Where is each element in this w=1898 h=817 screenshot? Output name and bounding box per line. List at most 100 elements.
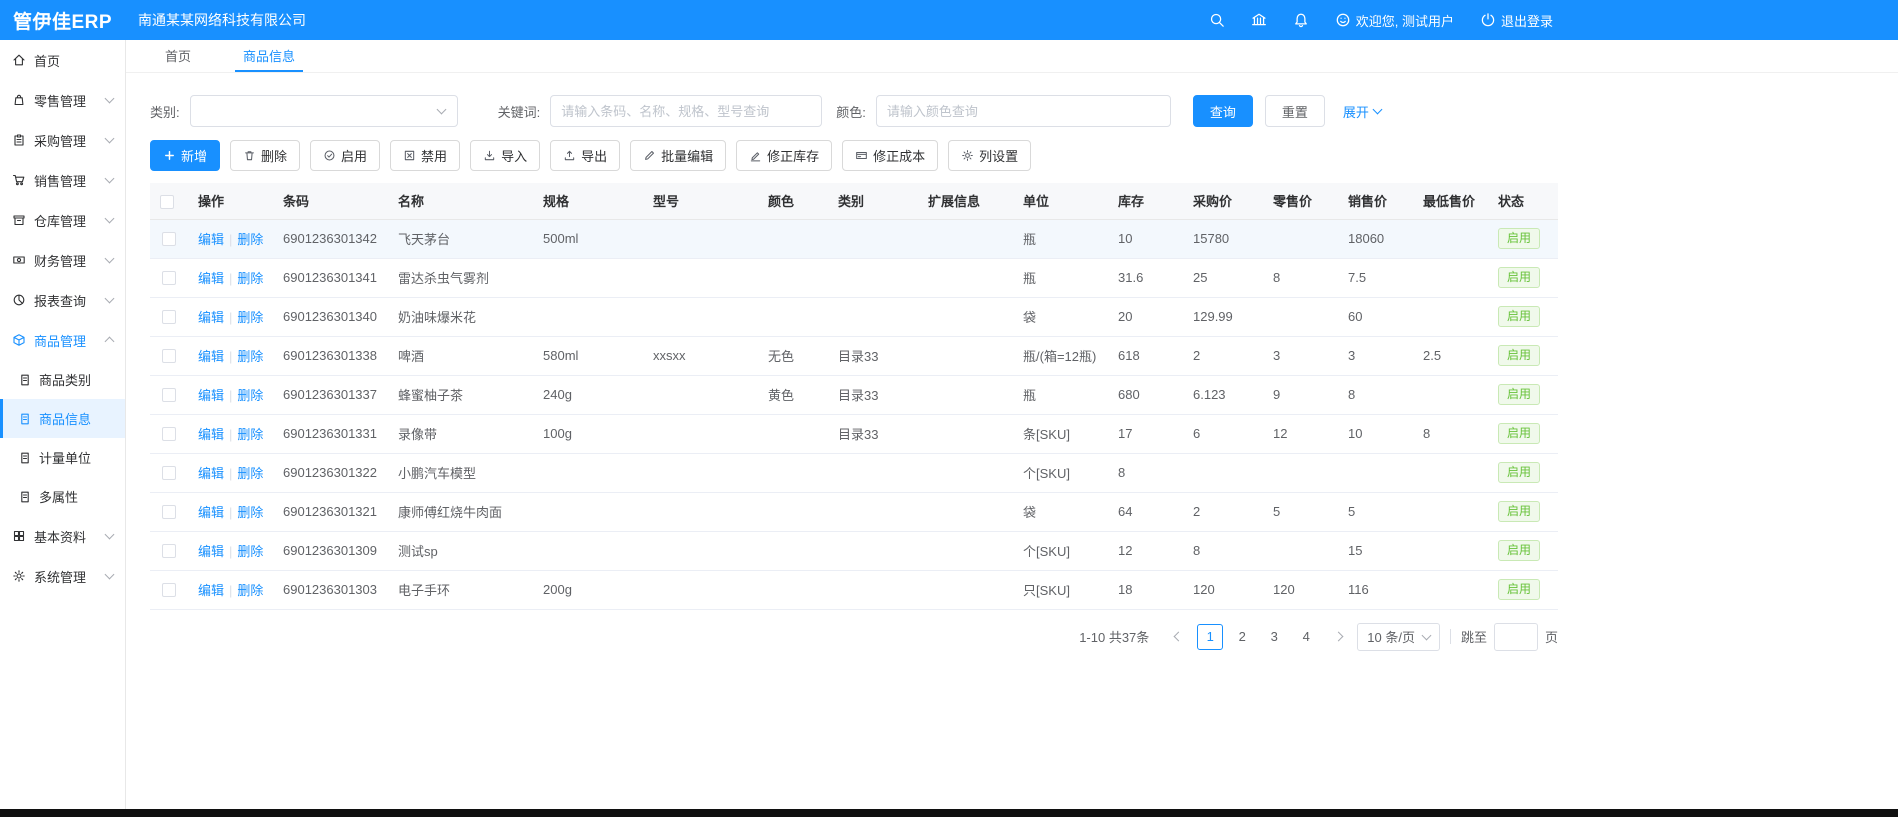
delete-link[interactable]: 删除 — [237, 388, 263, 403]
delete-link[interactable]: 删除 — [237, 544, 263, 559]
delete-link[interactable]: 删除 — [237, 427, 263, 442]
fix-cost-button[interactable]: 修正成本 — [842, 140, 938, 171]
edit-link[interactable]: 编辑 — [198, 310, 224, 325]
row-checkbox[interactable] — [162, 505, 176, 519]
cell-name: 奶油味爆米花 — [388, 297, 533, 336]
sidebar-item-warehouse[interactable]: 仓库管理 — [0, 200, 125, 240]
prev-page-button[interactable] — [1166, 624, 1190, 650]
delete-link[interactable]: 删除 — [237, 232, 263, 247]
sidebar-item-purchase[interactable]: 采购管理 — [0, 120, 125, 160]
welcome-user[interactable]: 欢迎您, 测试用户 — [1335, 11, 1454, 30]
sidebar-item-system[interactable]: 系统管理 — [0, 556, 125, 596]
batch-edit-button[interactable]: 批量编辑 — [630, 140, 726, 171]
op-divider: | — [229, 388, 232, 403]
color-input[interactable] — [876, 95, 1171, 127]
cell-spec — [533, 453, 643, 492]
cell-unit: 瓶/(箱=12瓶) — [1013, 336, 1108, 375]
import-button[interactable]: 导入 — [470, 140, 540, 171]
edit-link[interactable]: 编辑 — [198, 388, 224, 403]
row-checkbox[interactable] — [162, 466, 176, 480]
tab-商品信息[interactable]: 商品信息 — [235, 40, 303, 72]
row-checkbox[interactable] — [162, 583, 176, 597]
reset-button[interactable]: 重置 — [1265, 95, 1325, 127]
sidebar-item-home[interactable]: 首页 — [0, 40, 125, 80]
edit-link[interactable]: 编辑 — [198, 544, 224, 559]
search-icon[interactable] — [1209, 12, 1225, 28]
delete-link[interactable]: 删除 — [237, 271, 263, 286]
cell-category — [828, 219, 918, 258]
import-icon — [483, 149, 496, 162]
row-checkbox[interactable] — [162, 271, 176, 285]
select-all-checkbox[interactable] — [160, 195, 174, 209]
main-content: 首页商品信息 类别: 关键词: 颜色: 查询 重置 展开 新增删除启用禁用导入导… — [126, 40, 1898, 809]
sidebar-item-products[interactable]: 商品管理 — [0, 320, 125, 360]
cell-sale: 3 — [1338, 336, 1413, 375]
column-header-型号: 型号 — [643, 183, 758, 219]
row-checkbox[interactable] — [162, 388, 176, 402]
row-select-cell — [150, 219, 188, 258]
page-button-1[interactable]: 1 — [1197, 624, 1223, 650]
table-header-row: 操作条码名称规格型号颜色类别扩展信息单位库存采购价零售价销售价最低售价状态 — [150, 183, 1558, 219]
add-button[interactable]: 新增 — [150, 140, 220, 171]
delete-link[interactable]: 删除 — [237, 466, 263, 481]
tabbar: 首页 商品信息 — [126, 40, 1898, 73]
tab-首页[interactable]: 首页 — [157, 40, 199, 72]
store-icon[interactable] — [1251, 12, 1267, 28]
edit-link[interactable]: 编辑 — [198, 427, 224, 442]
disable-button[interactable]: 禁用 — [390, 140, 460, 171]
fix-stock-button[interactable]: 修正库存 — [736, 140, 832, 171]
category-select[interactable] — [190, 95, 458, 127]
sidebar-item-reports[interactable]: 报表查询 — [0, 280, 125, 320]
fix-stock-button-label: 修正库存 — [767, 146, 819, 165]
row-select-cell — [150, 570, 188, 609]
sidebar-item-sales[interactable]: 销售管理 — [0, 160, 125, 200]
color-label: 颜色: — [836, 102, 866, 121]
sidebar-subitem-商品信息[interactable]: 商品信息 — [0, 399, 125, 438]
sidebar-item-basic-data[interactable]: 基本资料 — [0, 516, 125, 556]
edit-link[interactable]: 编辑 — [198, 466, 224, 481]
sidebar-subitem-计量单位[interactable]: 计量单位 — [0, 438, 125, 477]
sidebar-subitem-label: 商品信息 — [39, 409, 91, 428]
delete-link[interactable]: 删除 — [237, 505, 263, 520]
jump-page-input[interactable] — [1494, 623, 1538, 651]
products-table: 操作条码名称规格型号颜色类别扩展信息单位库存采购价零售价销售价最低售价状态 编辑… — [150, 183, 1558, 610]
row-checkbox[interactable] — [162, 427, 176, 441]
bell-icon[interactable] — [1293, 12, 1309, 28]
export-button[interactable]: 导出 — [550, 140, 620, 171]
page-button-3[interactable]: 3 — [1261, 624, 1287, 650]
edit-link[interactable]: 编辑 — [198, 232, 224, 247]
logout-button[interactable]: 退出登录 — [1480, 11, 1553, 30]
page-button-2[interactable]: 2 — [1229, 624, 1255, 650]
cell-purchase: 8 — [1183, 531, 1263, 570]
sidebar-subitem-多属性[interactable]: 多属性 — [0, 477, 125, 516]
sidebar-subitem-商品类别[interactable]: 商品类别 — [0, 360, 125, 399]
op-divider: | — [229, 583, 232, 598]
column-settings-button[interactable]: 列设置 — [948, 140, 1031, 171]
cell-status: 启用 — [1488, 297, 1558, 336]
next-page-button[interactable] — [1326, 624, 1350, 650]
edit-link[interactable]: 编辑 — [198, 271, 224, 286]
bag-icon — [12, 93, 26, 107]
delete-button[interactable]: 删除 — [230, 140, 300, 171]
row-checkbox[interactable] — [162, 232, 176, 246]
row-checkbox[interactable] — [162, 310, 176, 324]
delete-link[interactable]: 删除 — [237, 583, 263, 598]
page-button-4[interactable]: 4 — [1293, 624, 1319, 650]
cell-ext — [918, 414, 1013, 453]
search-button[interactable]: 查询 — [1193, 95, 1253, 127]
page-size-select[interactable]: 10 条/页 — [1357, 623, 1440, 651]
delete-link[interactable]: 删除 — [237, 349, 263, 364]
pie-icon — [12, 293, 26, 307]
delete-link[interactable]: 删除 — [237, 310, 263, 325]
edit-link[interactable]: 编辑 — [198, 349, 224, 364]
enable-button[interactable]: 启用 — [310, 140, 380, 171]
sidebar-item-finance[interactable]: 财务管理 — [0, 240, 125, 280]
expand-link[interactable]: 展开 — [1343, 102, 1381, 121]
sidebar-item-retail[interactable]: 零售管理 — [0, 80, 125, 120]
cell-barcode: 6901236301309 — [273, 531, 388, 570]
edit-link[interactable]: 编辑 — [198, 505, 224, 520]
edit-link[interactable]: 编辑 — [198, 583, 224, 598]
row-checkbox[interactable] — [162, 349, 176, 363]
keyword-input[interactable] — [550, 95, 822, 127]
row-checkbox[interactable] — [162, 544, 176, 558]
